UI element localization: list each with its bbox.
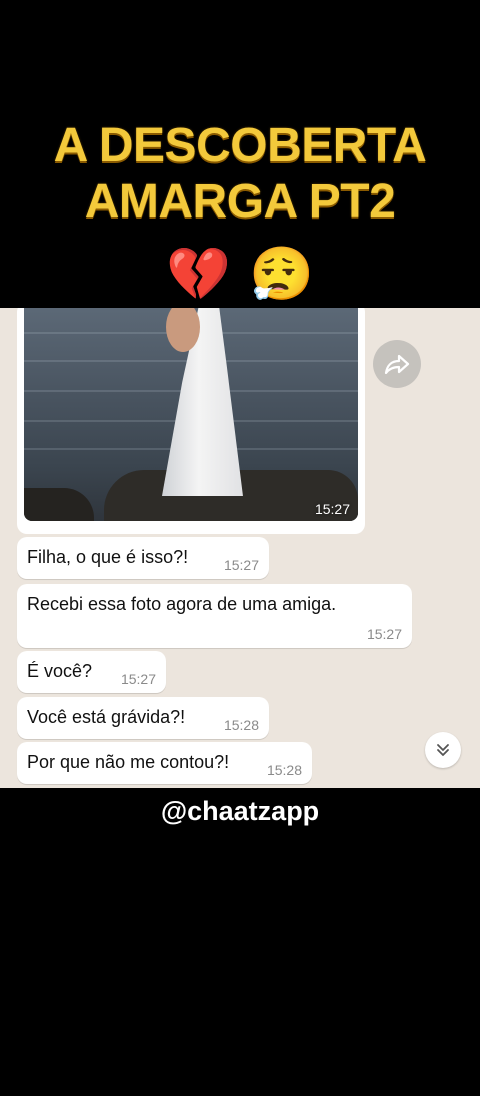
message-bubble[interactable]: Por que não me contou?! 15:28 — [17, 742, 312, 784]
account-handle: @chaatzapp — [160, 796, 320, 826]
message-text: Filha, o que é isso?! — [27, 547, 189, 567]
title-emojis: 💔 😮‍💨 — [0, 244, 480, 306]
broken-heart-emoji: 💔 — [166, 246, 231, 304]
exhaling-face-emoji: 😮‍💨 — [249, 246, 314, 304]
title-line-2: AMARGA PT2 — [84, 175, 396, 228]
scroll-to-bottom-button[interactable] — [425, 732, 461, 768]
pregnant-woman-photo[interactable]: 15:27 — [24, 308, 358, 521]
forward-button[interactable] — [373, 340, 421, 388]
double-chevron-down-icon — [437, 744, 449, 756]
photo-timestamp: 15:27 — [314, 501, 350, 517]
message-time: 15:27 — [223, 557, 259, 573]
video-title: A DESCOBERTA AMARGA PT2 — [0, 118, 480, 230]
photo-message[interactable]: 15:27 — [17, 308, 365, 534]
forward-icon — [384, 354, 410, 374]
message-time: 15:27 — [366, 626, 402, 642]
message-bubble[interactable]: Recebi essa foto agora de uma amiga. 15:… — [17, 584, 412, 648]
message-text: Você está grávida?! — [27, 707, 186, 727]
message-bubble[interactable]: Filha, o que é isso?! 15:27 — [17, 537, 269, 579]
message-bubble[interactable]: Você está grávida?! 15:28 — [17, 697, 269, 739]
message-text: Recebi essa foto agora de uma amiga. — [27, 594, 337, 614]
message-text: Por que não me contou?! — [27, 752, 230, 772]
message-time: 15:28 — [223, 717, 259, 733]
message-time: 15:27 — [120, 671, 156, 687]
message-text: É você? — [27, 661, 93, 681]
message-bubble[interactable]: É você? 15:27 — [17, 651, 166, 693]
title-line-1: A DESCOBERTA — [53, 119, 427, 172]
message-time: 15:28 — [266, 762, 302, 778]
chat-area: 15:27 Filha, o que é isso?! 15:27 Recebi… — [0, 308, 480, 788]
